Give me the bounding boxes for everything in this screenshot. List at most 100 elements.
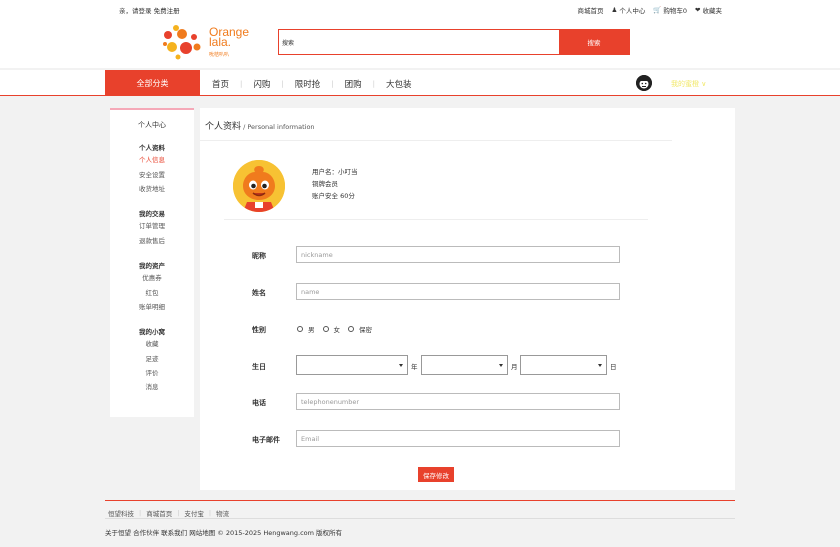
month-unit: 月 [511,363,518,371]
nav-link-bulk[interactable]: 大包装 [386,78,412,90]
login-greeting[interactable]: 亲，请登录 免费注册 [119,5,180,15]
name-field[interactable]: name [296,283,620,300]
sidebar-group-heading: 我的小窝 [139,328,165,336]
logo[interactable]: Orange lala. 吮桔叭叭 [162,22,254,62]
phone-label: 电话 [252,399,266,407]
year-unit: 年 [411,363,418,371]
search-bar: 搜索 [278,29,630,55]
member-level: 铜牌会员 [312,180,338,188]
birth-year-select[interactable] [296,355,408,375]
sidebar-group-trade: 我的交易 订单管理 退款售后 [110,209,194,248]
sidebar-item-orders[interactable]: 订单管理 [110,219,194,234]
sidebar-item-bills[interactable]: 账单明细 [110,300,194,314]
sidebar: 个人中心 个人资料 个人信息 安全设置 收货地址 我的交易 订单管理 退款售后 … [110,108,194,417]
main-nav: 全部分类 首页 | 闪购 | 限时抢 | 团购 | 大包装 我的蜜橙 ∨ [0,70,840,96]
sidebar-item-favorites[interactable]: 收藏 [110,337,194,352]
nav-links: 首页 | 闪购 | 限时抢 | 团购 | 大包装 [212,78,412,90]
footer-link-logistics[interactable]: 物流 [216,508,229,518]
title-divider [200,140,672,141]
footer-subdivider [105,518,735,519]
footer-divider [105,500,735,501]
gender-label: 性别 [252,326,266,334]
nav-avatar[interactable] [636,75,652,91]
logo-subtitle: 吮桔叭叭 [209,52,230,58]
info-divider [224,219,648,220]
nav-separator: | [331,80,334,88]
birth-month-select[interactable] [421,355,508,375]
gender-radio-group: 男 女 保密 [297,324,372,334]
footer-link-home[interactable]: 商城首页 [146,508,172,518]
my-center-link[interactable]: 我的蜜橙 ∨ [671,79,706,89]
sidebar-item-address[interactable]: 收货地址 [110,182,194,196]
phone-field[interactable]: telephonenumber [296,393,620,410]
birth-day-select[interactable] [520,355,607,375]
nickname-label: 昵称 [252,252,266,260]
avatar-face-icon [636,75,652,91]
page-title: 个人资料 / Personal information [205,122,315,132]
footer-links: 恒望科技 | 商城首页 | 支付宝 | 物流 [108,508,229,518]
nav-link-timed[interactable]: 限时抢 [295,78,321,90]
sidebar-group-heading: 个人资料 [139,144,165,152]
sidebar-group-heading: 我的资产 [139,262,165,270]
footer-link-alipay[interactable]: 支付宝 [184,508,204,518]
sidebar-group-profile: 个人资料 个人信息 安全设置 收货地址 [110,143,194,196]
sidebar-item-personal-info[interactable]: 个人信息 [110,153,194,168]
gender-radio-female[interactable] [322,326,329,332]
sidebar-item-messages[interactable]: 消息 [110,380,194,394]
user-icon: ♟ [611,6,618,14]
nav-link-flash[interactable]: 闪购 [253,78,270,90]
sidebar-item-reviews[interactable]: 评价 [110,366,194,380]
header: Orange lala. 吮桔叭叭 搜索 [0,18,840,68]
nav-link-home[interactable]: 首页 [212,78,229,90]
sidebar-item-security[interactable]: 安全设置 [110,168,194,182]
footer-separator: | [139,509,142,517]
save-button[interactable]: 保存修改 [418,467,454,482]
user-info: 用户名：小叮当 铜牌会员 账户安全 60分 [312,166,358,202]
profile-avatar[interactable] [233,160,285,212]
cart-icon: 🛒 [653,6,662,14]
top-link-favorites[interactable]: ❤ 收藏夹 [695,5,722,15]
sidebar-item-refunds[interactable]: 退款售后 [110,234,194,248]
birthday-label: 生日 [252,363,266,371]
top-bar: 亲，请登录 免费注册 商城首页 ♟ 个人中心 🛒 购物车0 ❤ 收藏夹 [0,0,840,18]
sidebar-item-footprints[interactable]: 足迹 [110,352,194,366]
security-score: 账户安全 60分 [312,192,355,200]
name-label: 姓名 [252,289,266,297]
logo-wordmark: Orange lala. [209,25,250,49]
nickname-field[interactable]: nickname [296,246,620,263]
top-links: 商城首页 ♟ 个人中心 🛒 购物车0 ❤ 收藏夹 [577,5,722,15]
sidebar-title: 个人中心 [138,121,166,129]
footer-separator: | [208,509,212,517]
nav-separator: | [372,80,375,88]
footer-separator: | [177,509,180,517]
sidebar-item-red-packets[interactable]: 红包 [110,286,194,300]
gender-radio-secret[interactable] [348,326,354,332]
logo-dots-icon [163,25,201,60]
gender-radio-male[interactable] [297,326,303,332]
search-button[interactable]: 搜索 [559,30,629,54]
page-subtitle: / Personal information [241,123,315,131]
chevron-down-icon [598,364,602,367]
all-categories-button[interactable]: 全部分类 [105,70,200,96]
top-link-home[interactable]: 商城首页 [577,5,603,15]
email-label: 电子邮件 [252,436,280,444]
top-link-user-center[interactable]: ♟ 个人中心 [611,5,645,15]
nav-link-group[interactable]: 团购 [345,78,362,90]
sidebar-group-assets: 我的资产 优惠券 红包 账单明细 [110,261,194,314]
profile-panel: 个人资料 / Personal information 用户名：小叮当 铜牌会员… [200,108,735,490]
orange-mascot-icon [233,160,285,212]
search-input[interactable] [279,30,559,54]
sidebar-group-nest: 我的小窝 收藏 足迹 评价 消息 [110,327,194,394]
chevron-down-icon [499,364,503,367]
copyright: 关于恒望 合作伙伴 联系我们 网站地图 © 2015-2025 Hengwang… [105,529,343,537]
day-unit: 日 [610,363,617,371]
footer-link-company[interactable]: 恒望科技 [108,508,134,518]
heart-icon: ❤ [695,6,701,14]
nav-separator: | [240,80,243,88]
username: 用户名：小叮当 [312,168,358,176]
top-link-cart[interactable]: 🛒 购物车0 [653,5,687,15]
sidebar-item-coupons[interactable]: 优惠券 [110,271,194,286]
email-field[interactable]: Email [296,430,620,447]
nav-separator: | [281,80,284,88]
chevron-down-icon [399,364,403,367]
